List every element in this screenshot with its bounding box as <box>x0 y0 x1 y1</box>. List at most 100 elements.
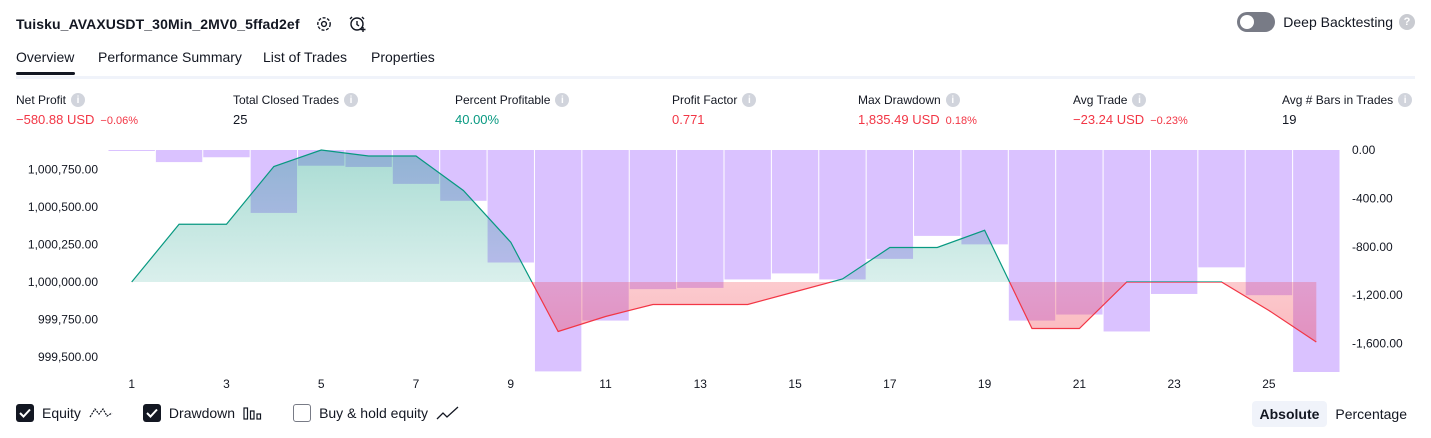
x-axis-tick: 21 <box>1073 377 1087 391</box>
drawdown-bar <box>629 150 677 290</box>
metric-value-text: 40.00% <box>455 112 500 127</box>
x-axis-tick: 9 <box>507 377 514 391</box>
metric-value-text: 19 <box>1282 112 1297 127</box>
drawdown-checkbox[interactable] <box>142 404 161 422</box>
metric-label: Profit Factor i <box>672 93 757 107</box>
x-axis-tick: 17 <box>883 377 897 391</box>
drawdown-bar <box>1198 150 1245 268</box>
buyhold-line-icon <box>436 406 460 420</box>
metric-label: Avg Trade i <box>1073 93 1188 107</box>
right-axis-tick: -800.00 <box>1352 240 1393 254</box>
drawdown-bar <box>866 150 914 259</box>
drawdown-bars-icon <box>243 406 263 420</box>
right-axis-tick: -1,600.00 <box>1352 337 1403 351</box>
metric-label-text: Net Profit <box>16 93 67 107</box>
metric-label-text: Avg Trade <box>1073 93 1128 107</box>
x-axis-tick: 25 <box>1262 377 1276 391</box>
header: Tuisku_AVAXUSDT_30Min_2MV0_5ffad2ef <box>16 12 368 36</box>
chart-legend: Equity Drawdown Buy & hold equity <box>16 404 490 422</box>
x-axis-tick: 19 <box>978 377 992 391</box>
metric-value: −580.88 USD −0.06% <box>16 112 138 127</box>
info-icon[interactable]: i <box>71 93 86 107</box>
metric-pct: −0.23% <box>1150 115 1188 127</box>
metric-profit-factor: Profit Factor i 0.771 <box>672 93 757 127</box>
drawdown-label: Drawdown <box>168 405 236 421</box>
strategy-title: Tuisku_AVAXUSDT_30Min_2MV0_5ffad2ef <box>16 16 300 32</box>
left-axis-tick: 999,500.00 <box>38 350 98 364</box>
drawdown-bar <box>1245 150 1293 296</box>
equity-drawdown-chart[interactable]: 1,000,750.00 1,000,500.00 1,000,250.00 1,00… <box>0 140 1431 395</box>
help-icon[interactable]: ? <box>1399 14 1415 30</box>
equity-toggle[interactable]: Equity <box>16 404 113 422</box>
percentage-button[interactable]: Percentage <box>1327 401 1415 427</box>
right-axis-tick: -400.00 <box>1352 191 1393 205</box>
metric-total-closed-trades: Total Closed Trades i 25 <box>233 93 359 127</box>
metric-net-profit: Net Profit i −580.88 USD −0.06% <box>16 93 138 127</box>
x-axis-tick: 15 <box>788 377 802 391</box>
metric-pct: 0.18% <box>945 115 977 127</box>
metric-avg-trade: Avg Trade i −23.24 USD −0.23% <box>1073 93 1188 127</box>
equity-line-icon <box>89 406 113 420</box>
info-icon[interactable]: i <box>945 93 960 107</box>
drawdown-toggle[interactable]: Drawdown <box>142 404 263 422</box>
left-axis-tick: 999,750.00 <box>38 313 98 327</box>
drawdown-bar <box>534 150 582 372</box>
metric-value-text: 0.771 <box>672 112 705 127</box>
metric-value: 1,835.49 USD 0.18% <box>858 112 977 127</box>
tab-performance-summary[interactable]: Performance Summary <box>98 49 242 65</box>
buyhold-checkbox[interactable] <box>293 404 312 422</box>
value-mode-switch: Absolute Percentage <box>1251 401 1416 427</box>
settings-icon[interactable] <box>314 14 334 34</box>
absolute-button[interactable]: Absolute <box>1251 401 1328 427</box>
deep-backtesting-toggle[interactable] <box>1237 12 1276 32</box>
metric-label: Total Closed Trades i <box>233 93 359 107</box>
x-axis-tick: 13 <box>694 377 708 391</box>
metric-avg-bars-in-trades: Avg # Bars in Trades i 19 <box>1282 93 1413 127</box>
right-axis-tick: -1,200.00 <box>1352 288 1403 302</box>
drawdown-bar <box>203 150 250 158</box>
deep-backtesting-label: Deep Backtesting <box>1283 14 1393 30</box>
info-icon[interactable]: i <box>344 93 359 107</box>
metric-pct: −0.06% <box>100 115 139 127</box>
equity-checkbox[interactable] <box>16 404 34 422</box>
metric-label: Max Drawdown i <box>858 93 977 107</box>
drawdown-bar <box>819 150 866 280</box>
x-axis-tick: 3 <box>223 377 230 391</box>
info-icon[interactable]: i <box>742 93 757 107</box>
drawdown-bar <box>108 150 155 151</box>
drawdown-bar <box>1103 150 1150 332</box>
metric-max-drawdown: Max Drawdown i 1,835.49 USD 0.18% <box>858 93 977 127</box>
metric-label-text: Profit Factor <box>672 93 738 107</box>
metric-label-text: Max Drawdown <box>858 93 941 107</box>
metric-value: 19 <box>1282 112 1412 127</box>
x-axis-tick: 5 <box>318 377 325 391</box>
metric-value-text: −23.24 USD <box>1073 112 1145 127</box>
x-axis-tick: 11 <box>599 377 612 391</box>
tab-list-of-trades[interactable]: List of Trades <box>263 49 347 65</box>
info-icon[interactable]: i <box>1398 93 1413 107</box>
metric-value: 25 <box>233 112 358 127</box>
equity-label: Equity <box>42 405 81 421</box>
info-icon[interactable]: i <box>1132 93 1147 107</box>
x-axis-tick: 7 <box>413 377 420 391</box>
drawdown-bar <box>914 150 961 236</box>
buyhold-label: Buy & hold equity <box>319 405 429 421</box>
left-axis-tick: 1,000,750.00 <box>28 163 98 177</box>
metric-value-text: 25 <box>233 112 248 127</box>
tab-overview[interactable]: Overview <box>16 49 74 65</box>
buyhold-toggle[interactable]: Buy & hold equity <box>293 404 460 422</box>
tab-properties[interactable]: Properties <box>371 49 435 65</box>
metric-label: Percent Profitable i <box>455 93 570 107</box>
metric-label-text: Total Closed Trades <box>233 93 340 107</box>
metric-value: −23.24 USD −0.23% <box>1073 112 1188 127</box>
metric-percent-profitable: Percent Profitable i 40.00% <box>455 93 570 127</box>
drawdown-bar <box>771 150 819 274</box>
drawdown-bar <box>724 150 771 280</box>
add-alert-icon[interactable] <box>348 14 368 34</box>
deep-backtesting: Deep Backtesting ? <box>1237 12 1415 32</box>
info-icon[interactable]: i <box>555 93 570 107</box>
drawdown-bar <box>1150 150 1198 294</box>
left-axis-tick: 1,000,000.00 <box>28 275 98 289</box>
metric-value: 40.00% <box>455 112 569 127</box>
x-axis-tick: 1 <box>128 377 135 391</box>
